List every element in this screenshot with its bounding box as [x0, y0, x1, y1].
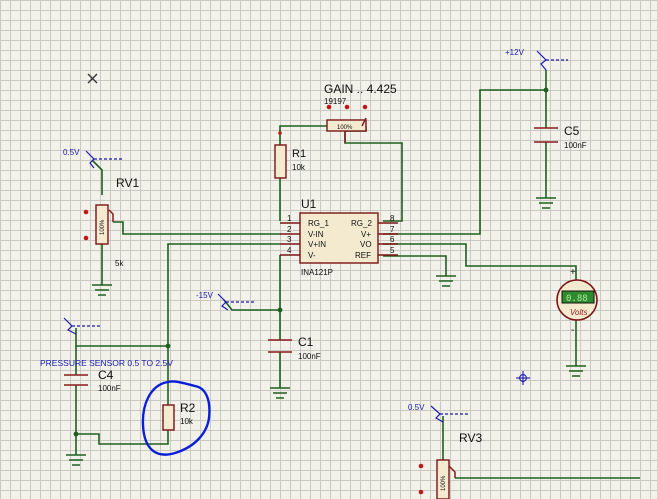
pin-rg1: RG_1 — [308, 219, 329, 228]
probe-0.5v-bottom[interactable]: 0.5V — [408, 403, 468, 423]
ground-meter — [566, 365, 586, 377]
r1-label: R1 — [292, 148, 306, 160]
resistor-r2[interactable] — [162, 404, 175, 431]
pin-num-1: 1 — [287, 214, 292, 223]
pin-num-5: 5 — [390, 246, 395, 255]
u1-part: INA121P — [301, 268, 333, 277]
rv1-label: RV1 — [116, 176, 139, 190]
c5-label: C5 — [564, 124, 580, 138]
voltmeter-reading: 0.88 — [566, 294, 588, 304]
pin-vin-pos: V+IN — [308, 240, 326, 249]
probe-0.5v-top[interactable]: 0.5V — [63, 148, 123, 169]
probe-minus15v[interactable]: -15V — [196, 291, 256, 311]
ground-ref — [436, 275, 456, 287]
voltmeter-unit: Volts — [570, 308, 588, 317]
r2-value: 10k — [180, 417, 194, 426]
u1-label: U1 — [301, 197, 317, 211]
svg-text:-15V: -15V — [196, 291, 214, 300]
gain-label: GAIN .. 4.425 — [324, 82, 397, 96]
c1-label: C1 — [298, 335, 314, 349]
cross-marker[interactable] — [87, 73, 98, 84]
c5-value: 100nF — [564, 141, 587, 150]
c4-value: 100nF — [98, 384, 121, 393]
pin-v-neg: V- — [308, 251, 316, 260]
rv1-value: 5k — [115, 259, 124, 268]
r1-value: 10k — [292, 163, 306, 172]
pin-num-8: 8 — [390, 214, 395, 223]
pin-v-pos: V+ — [361, 230, 371, 239]
pin-vo: VO — [360, 240, 372, 249]
pressure-sensor-label: PRESSURE SENSOR 0.5 TO 2.5V — [40, 358, 173, 368]
pin-num-3: 3 — [287, 235, 292, 244]
ground-c5 — [536, 197, 556, 209]
capacitor-c1[interactable] — [268, 339, 292, 353]
c1-value: 100nF — [298, 352, 321, 361]
ground-pressure — [66, 454, 86, 466]
pin-vin-neg: V-IN — [308, 230, 324, 239]
svg-text:0.5V: 0.5V — [63, 148, 80, 157]
capacitor-c4[interactable] — [64, 374, 88, 386]
potentiometer-rv3[interactable]: 100% — [418, 459, 456, 499]
ic-u1[interactable] — [280, 212, 398, 264]
r2-label: R2 — [180, 401, 196, 415]
svg-text:100%: 100% — [337, 125, 353, 131]
capacitor-c5[interactable] — [534, 127, 558, 143]
potentiometer-rv1[interactable]: 100% — [83, 204, 114, 245]
svg-text:100%: 100% — [100, 219, 106, 235]
pin-num-2: 2 — [287, 225, 292, 234]
crosshair-marker[interactable] — [516, 371, 530, 385]
ground-c1 — [270, 387, 290, 399]
c4-label: C4 — [98, 368, 114, 382]
probe-12v[interactable]: +12V — [505, 48, 568, 71]
voltmeter-plus: + — [570, 267, 576, 278]
gain-value: 19197 — [324, 97, 347, 106]
pin-num-4: 4 — [287, 246, 292, 255]
ground-rv1 — [92, 284, 112, 296]
voltmeter[interactable]: 0.88 Volts + - — [556, 267, 598, 336]
svg-text:+12V: +12V — [505, 48, 525, 57]
svg-text:100%: 100% — [441, 475, 447, 491]
rv3-label: RV3 — [459, 431, 482, 445]
probe-pressure-sensor[interactable] — [63, 317, 101, 335]
pin-num-6: 6 — [390, 235, 395, 244]
pin-ref: REF — [355, 251, 371, 260]
pin-rg2: RG_2 — [351, 219, 372, 228]
gain-potentiometer[interactable]: 100% — [326, 104, 368, 143]
pin-num-7: 7 — [390, 225, 395, 234]
svg-text:0.5V: 0.5V — [408, 403, 425, 412]
voltmeter-minus: - — [571, 325, 574, 336]
